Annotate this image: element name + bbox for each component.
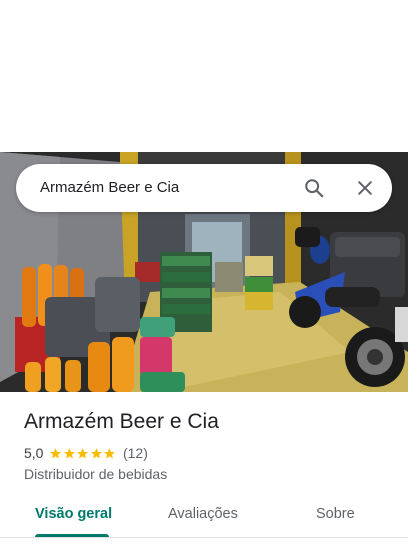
rating-row[interactable]: 5,0 (12) xyxy=(24,443,148,463)
tab-overview[interactable]: Visão geral xyxy=(35,496,112,532)
tabs-divider xyxy=(0,537,408,538)
place-title: Armazém Beer e Cia xyxy=(24,410,219,433)
star-icon xyxy=(91,447,102,458)
star-icon xyxy=(104,447,116,458)
place-tabs: Visão geral Avaliações Sobre xyxy=(0,496,408,544)
star-icon xyxy=(77,447,89,458)
close-icon[interactable] xyxy=(353,176,377,200)
rating-stars xyxy=(49,447,117,460)
star-icon xyxy=(50,447,62,458)
search-icon[interactable] xyxy=(302,176,326,200)
star-icon xyxy=(64,447,75,458)
place-category: Distribuidor de bebidas xyxy=(24,466,168,482)
search-icon-glyph xyxy=(305,179,324,198)
close-icon-glyph xyxy=(358,181,372,195)
search-bar[interactable]: Armazém Beer e Cia xyxy=(16,164,392,212)
search-query-text[interactable]: Armazém Beer e Cia xyxy=(40,164,179,212)
review-count[interactable]: (12) xyxy=(123,445,148,461)
rating-value: 5,0 xyxy=(24,445,44,461)
tab-reviews[interactable]: Avaliações xyxy=(168,496,238,532)
tab-about[interactable]: Sobre xyxy=(316,496,355,532)
top-blank-area xyxy=(0,0,408,152)
